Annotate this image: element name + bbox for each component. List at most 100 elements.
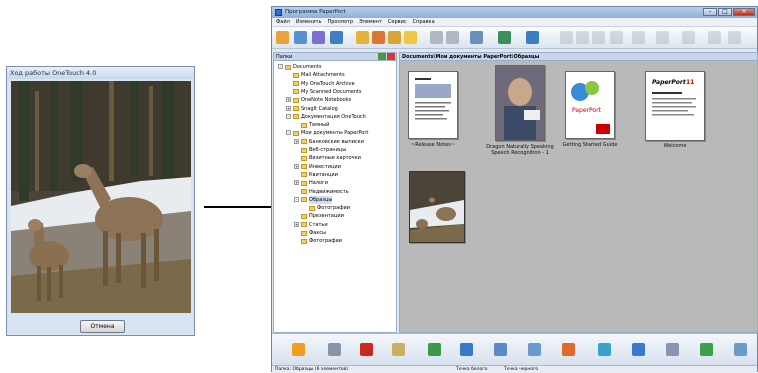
expand-icon[interactable]: - xyxy=(286,113,291,119)
toolbar-button-icon[interactable] xyxy=(610,31,623,44)
toolbar-button-icon[interactable] xyxy=(294,31,307,44)
item-thumbnail[interactable]: PaperPort xyxy=(565,71,615,139)
folder-icon xyxy=(293,89,299,95)
folders-pane-header: Папки xyxy=(273,52,397,61)
tree-node[interactable]: Факсы xyxy=(301,229,326,237)
tree-node[interactable]: Темный xyxy=(301,121,329,129)
toolbar-button-icon[interactable] xyxy=(576,31,589,44)
item-thumbnail[interactable] xyxy=(495,65,545,141)
tree-node[interactable]: My OneTouch Archive xyxy=(293,80,355,88)
expand-icon[interactable]: + xyxy=(286,105,291,111)
tree-node[interactable]: Mail Attachments xyxy=(293,71,345,79)
send-to-app-icon[interactable] xyxy=(428,343,441,356)
send-to-app-icon[interactable] xyxy=(598,343,611,356)
tree-node[interactable]: Недвижимость xyxy=(301,188,349,196)
tree-node[interactable]: + Инвестиции xyxy=(294,163,341,171)
expand-icon[interactable]: + xyxy=(294,221,299,227)
expand-icon[interactable]: + xyxy=(294,180,299,186)
send-to-app-icon[interactable] xyxy=(666,343,679,356)
tree-node[interactable]: + Налоги xyxy=(294,179,328,187)
paperport-window: Программа PaperPort – □ × Файл Изменить Пр… xyxy=(271,6,758,373)
cancel-button[interactable]: Отмена xyxy=(80,320,125,333)
tree-node[interactable]: Фотографии xyxy=(301,237,342,245)
tree-node[interactable]: - Образцы xyxy=(294,195,333,204)
maximize-icon[interactable]: □ xyxy=(718,8,732,16)
toolbar-button-icon[interactable] xyxy=(404,31,417,44)
toolbar-button-icon[interactable] xyxy=(728,31,741,44)
expand-icon[interactable]: - xyxy=(286,130,291,136)
tree-node-label: Презентации xyxy=(309,213,344,220)
expand-icon[interactable]: - xyxy=(294,196,299,202)
tree-node-label: My OneTouch Archive xyxy=(301,80,355,87)
send-to-app-icon[interactable] xyxy=(700,343,713,356)
tree-node[interactable]: + Статьи xyxy=(294,221,328,229)
folder-icon xyxy=(301,230,307,236)
folder-icon xyxy=(293,106,299,111)
minimize-icon[interactable]: – xyxy=(703,8,717,16)
send-to-app-icon[interactable] xyxy=(528,343,541,356)
send-to-app-icon[interactable] xyxy=(562,343,575,356)
toolbar-button-icon[interactable] xyxy=(656,31,669,44)
toolbar-button-icon[interactable] xyxy=(276,31,289,44)
toolbar-button-icon[interactable] xyxy=(356,31,369,44)
tree-node-label: OneNote Notebooks xyxy=(301,97,352,104)
menu-item[interactable]: Элемент xyxy=(359,18,382,26)
toolbar-button-icon[interactable] xyxy=(632,31,645,44)
toolbar-button-icon[interactable] xyxy=(372,31,385,44)
menu-item[interactable]: Просмотр xyxy=(327,18,353,26)
toolbar-button-icon[interactable] xyxy=(708,31,721,44)
expand-icon[interactable]: + xyxy=(286,97,291,103)
close-icon[interactable]: × xyxy=(733,8,755,16)
send-to-app-icon[interactable] xyxy=(494,343,507,356)
folder-icon xyxy=(301,238,307,244)
send-to-app-icon[interactable] xyxy=(292,343,305,356)
toolbar-button-icon[interactable] xyxy=(330,31,343,44)
tree-node[interactable]: + SnagIt Catalog xyxy=(286,105,338,113)
folders-header-label: Папки xyxy=(276,54,293,60)
toolbar-button-icon[interactable] xyxy=(560,31,573,44)
send-to-app-icon[interactable] xyxy=(392,343,405,356)
tree-node[interactable]: - Documents xyxy=(278,63,322,71)
toolbar-button-icon[interactable] xyxy=(498,31,511,44)
item-thumbnail[interactable]: PaperPort 11 xyxy=(645,71,705,141)
tree-node[interactable]: - Документация OneTouch xyxy=(286,113,366,121)
expand-icon[interactable]: + xyxy=(294,163,299,169)
toolbar-button-icon[interactable] xyxy=(470,31,483,44)
send-to-app-icon[interactable] xyxy=(360,343,373,356)
tree-node[interactable]: Квитанции xyxy=(301,171,338,179)
send-to-app-icon[interactable] xyxy=(328,343,341,356)
tree-node[interactable]: Веб-страницы xyxy=(301,146,346,154)
close-pane-icon[interactable] xyxy=(387,53,395,60)
tree-node-label: Мои документы PaperPort xyxy=(301,130,369,137)
item-caption: Welcome xyxy=(663,143,687,149)
refresh-icon[interactable] xyxy=(378,53,386,60)
item-thumbnail[interactable] xyxy=(408,71,458,139)
send-to-app-icon[interactable] xyxy=(734,343,747,356)
tree-node[interactable]: My Scanned Documents xyxy=(293,88,362,96)
toolbar-button-icon[interactable] xyxy=(430,31,443,44)
tree-node[interactable]: Визитные карточки xyxy=(301,154,361,162)
menu-item[interactable]: Изменить xyxy=(296,18,322,26)
item-thumbnail[interactable] xyxy=(409,171,465,243)
toolbar-button-icon[interactable] xyxy=(682,31,695,44)
window-controls: – □ × xyxy=(703,8,755,17)
toolbar-button-icon[interactable] xyxy=(446,31,459,44)
toolbar-button-icon[interactable] xyxy=(526,31,539,44)
expand-icon[interactable]: - xyxy=(278,64,283,69)
tree-node[interactable]: - Мои документы PaperPort xyxy=(286,129,369,137)
toolbar-button-icon[interactable] xyxy=(592,31,605,44)
tree-node[interactable]: + Банковские выписки xyxy=(294,138,364,146)
tree-node[interactable]: Презентации xyxy=(301,212,344,220)
tree-node[interactable]: + OneNote Notebooks xyxy=(286,96,352,104)
tree-node[interactable]: Фотографии xyxy=(309,204,350,212)
menu-item[interactable]: Справка xyxy=(413,18,435,26)
toolbar-button-icon[interactable] xyxy=(312,31,325,44)
toolbar-button-icon[interactable] xyxy=(388,31,401,44)
menu-item[interactable]: Файл xyxy=(276,18,290,26)
menu-item[interactable]: Сервис xyxy=(388,18,407,26)
send-to-app-icon[interactable] xyxy=(460,343,473,356)
toolbar xyxy=(272,27,757,49)
send-to-app-icon[interactable] xyxy=(632,343,645,356)
expand-icon[interactable]: + xyxy=(294,138,299,144)
folder-icon xyxy=(301,164,307,170)
